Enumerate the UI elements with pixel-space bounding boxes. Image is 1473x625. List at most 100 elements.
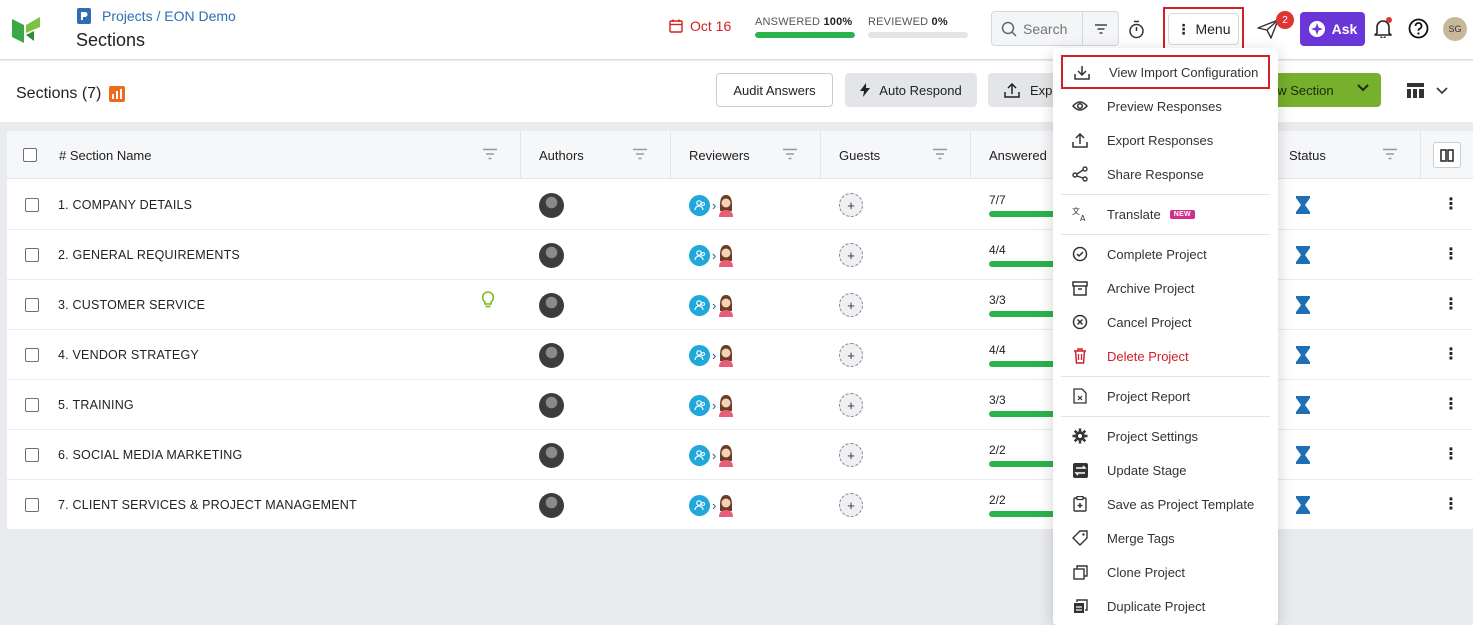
section-name-text[interactable]: CLIENT SERVICES & PROJECT MANAGEMENT xyxy=(73,498,357,512)
user-avatar[interactable]: SG xyxy=(1443,17,1467,41)
menu-item-view-import-configuration[interactable]: View Import Configuration xyxy=(1061,55,1270,89)
team-icon[interactable] xyxy=(689,394,710,416)
reviewer-avatar[interactable] xyxy=(718,343,734,367)
reviewer-avatar[interactable] xyxy=(718,493,734,517)
row-checkbox-cell[interactable] xyxy=(25,280,39,330)
app-logo-icon[interactable] xyxy=(12,15,40,43)
add-guest-button[interactable]: + xyxy=(839,443,863,467)
row-checkbox-cell[interactable] xyxy=(25,380,39,430)
column-filter-icon[interactable] xyxy=(782,148,798,160)
author-avatar[interactable] xyxy=(539,192,564,218)
menu-item-archive-project[interactable]: Archive Project xyxy=(1061,271,1270,305)
team-icon[interactable] xyxy=(689,244,710,266)
menu-item-export-responses[interactable]: Export Responses xyxy=(1061,123,1270,157)
menu-button[interactable]: ⋮ Menu xyxy=(1168,13,1239,45)
select-all-checkbox[interactable] xyxy=(23,148,37,162)
hourglass-icon[interactable] xyxy=(1296,246,1310,264)
row-checkbox[interactable] xyxy=(25,198,39,212)
team-icon[interactable] xyxy=(689,494,710,516)
hourglass-icon[interactable] xyxy=(1296,396,1310,414)
add-guest-button[interactable]: + xyxy=(839,493,863,517)
row-actions-icon[interactable]: ⋮ xyxy=(1443,380,1459,430)
breadcrumb[interactable]: Projects / EON Demo xyxy=(76,6,236,26)
column-section-name[interactable]: # Section Name xyxy=(53,131,521,179)
add-guest-button[interactable]: + xyxy=(839,193,863,217)
menu-item-project-settings[interactable]: Project Settings xyxy=(1061,419,1270,453)
menu-item-save-as-project-template[interactable]: Save as Project Template xyxy=(1061,487,1270,521)
row-actions-icon[interactable]: ⋮ xyxy=(1443,330,1459,380)
reviewer-avatar[interactable] xyxy=(718,443,734,467)
section-name[interactable]: 6. SOCIAL MEDIA MARKETING xyxy=(58,430,242,480)
team-icon[interactable] xyxy=(689,294,710,316)
menu-item-project-report[interactable]: Project Report xyxy=(1061,379,1270,413)
section-name[interactable]: 5. TRAINING xyxy=(58,380,134,430)
menu-item-clone-project[interactable]: Clone Project xyxy=(1061,555,1270,589)
column-filter-icon[interactable] xyxy=(632,148,648,160)
section-name-text[interactable]: CUSTOMER SERVICE xyxy=(73,298,206,312)
row-checkbox[interactable] xyxy=(25,348,39,362)
row-actions-icon[interactable]: ⋮ xyxy=(1443,430,1459,480)
team-icon[interactable] xyxy=(689,194,710,216)
row-checkbox-cell[interactable] xyxy=(25,480,39,530)
auto-respond-button[interactable]: Auto Respond xyxy=(845,73,977,107)
column-picker-button[interactable] xyxy=(1433,142,1461,168)
row-checkbox[interactable] xyxy=(25,298,39,312)
chevron-down-icon[interactable] xyxy=(1357,84,1369,92)
row-actions-icon[interactable]: ⋮ xyxy=(1443,280,1459,330)
reviewer-avatar[interactable] xyxy=(718,393,734,417)
export-button[interactable]: Exp xyxy=(988,73,1058,107)
column-status[interactable]: Status xyxy=(1271,131,1421,179)
hourglass-icon[interactable] xyxy=(1296,196,1310,214)
menu-item-cancel-project[interactable]: Cancel Project xyxy=(1061,305,1270,339)
menu-item-translate[interactable]: 文A Translate NEW xyxy=(1061,197,1270,231)
author-avatar[interactable] xyxy=(539,392,564,418)
reviewer-avatar[interactable] xyxy=(718,293,734,317)
audit-answers-button[interactable]: Audit Answers xyxy=(716,73,833,107)
row-checkbox-cell[interactable] xyxy=(25,230,39,280)
row-checkbox-cell[interactable] xyxy=(25,330,39,380)
menu-item-preview-responses[interactable]: Preview Responses xyxy=(1061,89,1270,123)
section-name-text[interactable]: TRAINING xyxy=(73,398,134,412)
hourglass-icon[interactable] xyxy=(1296,446,1310,464)
row-checkbox[interactable] xyxy=(25,498,39,512)
column-guests[interactable]: Guests xyxy=(821,131,971,179)
column-reviewers[interactable]: Reviewers xyxy=(671,131,821,179)
reviewer-avatar[interactable] xyxy=(718,193,734,217)
section-name-text[interactable]: GENERAL REQUIREMENTS xyxy=(73,248,240,262)
author-avatar[interactable] xyxy=(539,442,564,468)
row-checkbox-cell[interactable] xyxy=(25,430,39,480)
section-name-text[interactable]: VENDOR STRATEGY xyxy=(73,348,199,362)
row-checkbox-cell[interactable] xyxy=(25,180,39,230)
help-icon[interactable] xyxy=(1408,18,1429,39)
author-avatar[interactable] xyxy=(539,292,564,318)
add-guest-button[interactable]: + xyxy=(839,343,863,367)
row-actions-icon[interactable]: ⋮ xyxy=(1443,180,1459,230)
hourglass-icon[interactable] xyxy=(1296,346,1310,364)
row-checkbox[interactable] xyxy=(25,448,39,462)
ask-button[interactable]: Ask xyxy=(1300,12,1365,46)
header-select-all[interactable] xyxy=(7,131,53,179)
row-checkbox[interactable] xyxy=(25,398,39,412)
author-avatar[interactable] xyxy=(539,242,564,268)
add-guest-button[interactable]: + xyxy=(839,243,863,267)
due-date[interactable]: Oct 16 xyxy=(669,18,731,34)
search-filter-button[interactable] xyxy=(1082,12,1118,45)
row-checkbox[interactable] xyxy=(25,248,39,262)
layout-toggle[interactable] xyxy=(1407,83,1460,98)
row-actions-icon[interactable]: ⋮ xyxy=(1443,480,1459,530)
section-name[interactable]: 3. CUSTOMER SERVICE xyxy=(58,280,205,330)
team-icon[interactable] xyxy=(689,344,710,366)
menu-button-highlight[interactable]: ⋮ Menu xyxy=(1163,7,1244,51)
add-guest-button[interactable]: + xyxy=(839,393,863,417)
section-name[interactable]: 4. VENDOR STRATEGY xyxy=(58,330,199,380)
column-filter-icon[interactable] xyxy=(482,148,498,160)
menu-item-delete-project[interactable]: Delete Project xyxy=(1061,339,1270,373)
hourglass-icon[interactable] xyxy=(1296,296,1310,314)
column-filter-icon[interactable] xyxy=(1382,148,1398,160)
menu-item-duplicate-project[interactable]: Duplicate Project xyxy=(1061,589,1270,623)
menu-item-merge-tags[interactable]: Merge Tags xyxy=(1061,521,1270,555)
hourglass-icon[interactable] xyxy=(1296,496,1310,514)
new-section-button[interactable]: ew Section xyxy=(1260,73,1381,107)
lightbulb-icon[interactable] xyxy=(481,291,495,309)
chart-icon[interactable] xyxy=(109,86,126,102)
